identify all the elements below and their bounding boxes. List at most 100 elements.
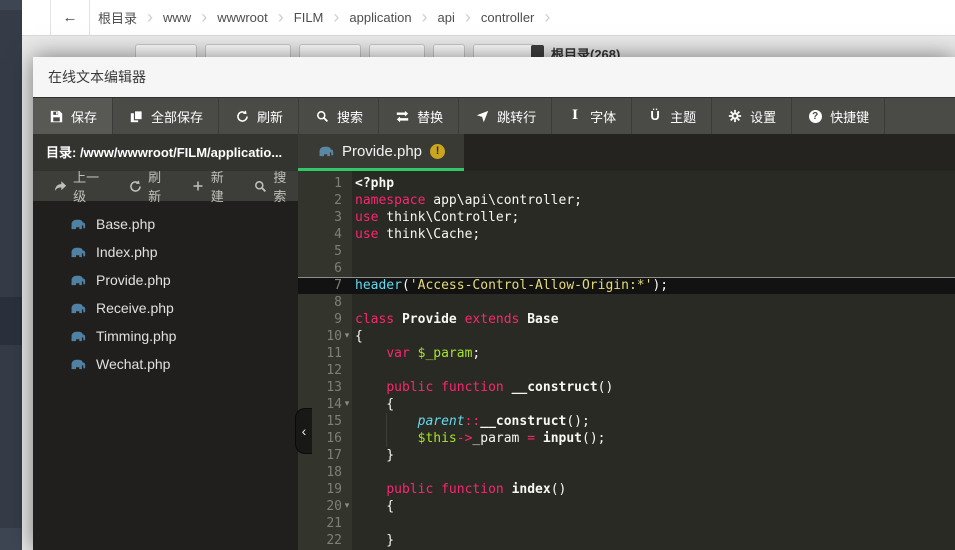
file-item[interactable]: Base.php xyxy=(33,210,298,238)
code-line[interactable]: 2namespace app\api\controller; xyxy=(298,192,955,209)
php-icon xyxy=(69,246,86,258)
breadcrumb-separator-icon: › xyxy=(463,0,473,35)
back-button[interactable]: ← xyxy=(50,0,90,35)
code-line[interactable]: 3use think\Controller; xyxy=(298,209,955,226)
breadcrumb-separator-icon: › xyxy=(542,0,552,35)
breadcrumb-item[interactable]: application xyxy=(341,10,419,25)
code-line[interactable]: 17 } xyxy=(298,447,955,464)
sidebar-tool-search[interactable]: 搜索 xyxy=(253,167,298,205)
tab-provide-php[interactable]: Provide.php ! xyxy=(298,134,464,171)
code-token xyxy=(355,414,418,429)
code-token: () xyxy=(551,482,567,497)
fold-icon[interactable]: ▾ xyxy=(342,498,352,515)
code-text: namespace app\api\controller; xyxy=(352,193,582,208)
fold-icon[interactable]: ▾ xyxy=(342,328,352,345)
file-item[interactable]: Wechat.php xyxy=(33,350,298,378)
breadcrumb-item[interactable]: api xyxy=(430,10,463,25)
file-item[interactable]: Receive.php xyxy=(33,294,298,322)
refresh-icon xyxy=(234,110,250,123)
code-line[interactable]: 4use think\Cache; xyxy=(298,226,955,243)
code-line[interactable]: 22 } xyxy=(298,532,955,549)
tab-label: Provide.php xyxy=(342,143,422,160)
breadcrumb-item[interactable]: wwwroot xyxy=(209,10,276,25)
sidebar-tool-up[interactable]: 上一级 xyxy=(53,167,110,205)
toolbar-button-replace[interactable]: 替换 xyxy=(379,98,459,134)
sidebar-collapse-handle[interactable]: ‹ xyxy=(295,408,312,454)
breadcrumb-item[interactable]: FILM xyxy=(286,10,332,25)
line-number: 7 xyxy=(298,277,342,294)
file-item[interactable]: Timming.php xyxy=(33,322,298,350)
code-token: { xyxy=(355,499,394,514)
sidebar-tool-label: 上一级 xyxy=(73,167,110,205)
code-line[interactable]: 9class Provide extends Base xyxy=(298,311,955,328)
code-line[interactable]: 20▾ { xyxy=(298,498,955,515)
code-line[interactable]: 16 $this->_param = input(); xyxy=(298,430,955,447)
php-icon xyxy=(69,330,86,342)
code-text: public function index() xyxy=(352,482,566,497)
code-text: class Provide extends Base xyxy=(352,312,559,327)
php-icon xyxy=(69,358,86,370)
warning-icon: ! xyxy=(430,144,445,159)
code-token xyxy=(504,380,512,395)
code-editor[interactable]: 1<?php2namespace app\api\controller;3use… xyxy=(298,171,955,550)
toolbar-button-goto-line[interactable]: 跳转行 xyxy=(459,98,552,134)
breadcrumb-item[interactable]: controller xyxy=(473,10,542,25)
breadcrumb-item[interactable]: 根目录 xyxy=(90,8,145,27)
toolbar-button-save-all[interactable]: 全部保存 xyxy=(113,98,219,134)
line-number: 11 xyxy=(298,345,342,362)
code-text: <?php xyxy=(352,176,394,191)
toolbar-button-save[interactable]: 保存 xyxy=(33,98,113,134)
code-line[interactable]: 15 parent::__construct(); xyxy=(298,413,955,430)
fold-icon[interactable]: ▾ xyxy=(342,396,352,413)
code-line[interactable]: 14▾ { xyxy=(298,396,955,413)
toolbar-button-font[interactable]: I字体 xyxy=(552,98,632,134)
code-line[interactable]: 8 xyxy=(298,294,955,311)
chevron-left-icon: ‹ xyxy=(302,423,307,439)
file-item[interactable]: Provide.php xyxy=(33,266,298,294)
breadcrumb-item[interactable]: www xyxy=(155,10,199,25)
code-text: public function __construct() xyxy=(352,380,613,395)
code-token: function xyxy=(441,482,504,497)
editor-modal-dialog: 在线文本编辑器 保存全部保存刷新搜索替换跳转行I字体Ü主题设置?快捷键 目录: … xyxy=(33,57,955,550)
code-text: parent::__construct(); xyxy=(352,414,590,429)
code-line[interactable]: 19 public function index() xyxy=(298,481,955,498)
code-text: { xyxy=(352,499,394,514)
arrow-left-icon: ← xyxy=(63,9,78,26)
code-text: header('Access-Control-Allow-Origin:*'); xyxy=(352,278,668,293)
code-line[interactable]: 7 header('Access-Control-Allow-Origin:*')… xyxy=(298,277,955,294)
code-text xyxy=(352,261,355,276)
toolbar-button-label: 全部保存 xyxy=(151,107,203,126)
code-token: use xyxy=(355,210,378,225)
toolbar-button-search[interactable]: 搜索 xyxy=(299,98,379,134)
code-line[interactable]: 21 xyxy=(298,515,955,532)
file-item[interactable]: Index.php xyxy=(33,238,298,266)
toolbar-button-theme[interactable]: Ü主题 xyxy=(632,98,712,134)
code-token: extends xyxy=(465,312,520,327)
code-line[interactable]: 6 xyxy=(298,260,955,277)
code-text: { xyxy=(352,329,363,344)
line-number: 5 xyxy=(298,243,342,260)
code-line[interactable]: 1<?php xyxy=(298,175,955,192)
code-token: input xyxy=(543,431,582,446)
code-line[interactable]: 13 public function __construct() xyxy=(298,379,955,396)
toolbar-button-hotkeys[interactable]: ?快捷键 xyxy=(792,98,885,134)
code-line[interactable]: 5 xyxy=(298,243,955,260)
code-line[interactable]: 11 var $_param; xyxy=(298,345,955,362)
file-name: Timming.php xyxy=(96,328,176,344)
sidebar-tool-refresh[interactable]: 刷新 xyxy=(128,167,173,205)
code-token: ( xyxy=(402,278,410,293)
code-line[interactable]: 12 xyxy=(298,362,955,379)
code-token: -> xyxy=(457,431,473,446)
search-icon xyxy=(314,110,330,123)
line-number: 8 xyxy=(298,294,342,311)
toolbar-button-refresh[interactable]: 刷新 xyxy=(219,98,299,134)
code-line[interactable]: 18 xyxy=(298,464,955,481)
code-text: { xyxy=(352,397,394,412)
code-token: } xyxy=(355,533,394,548)
code-token: index xyxy=(512,482,551,497)
toolbar-button-settings[interactable]: 设置 xyxy=(712,98,792,134)
toolbar-button-label: 刷新 xyxy=(257,107,283,126)
code-token: function xyxy=(441,380,504,395)
sidebar-tool-plus[interactable]: 新建 xyxy=(191,167,236,205)
code-line[interactable]: 10▾{ xyxy=(298,328,955,345)
